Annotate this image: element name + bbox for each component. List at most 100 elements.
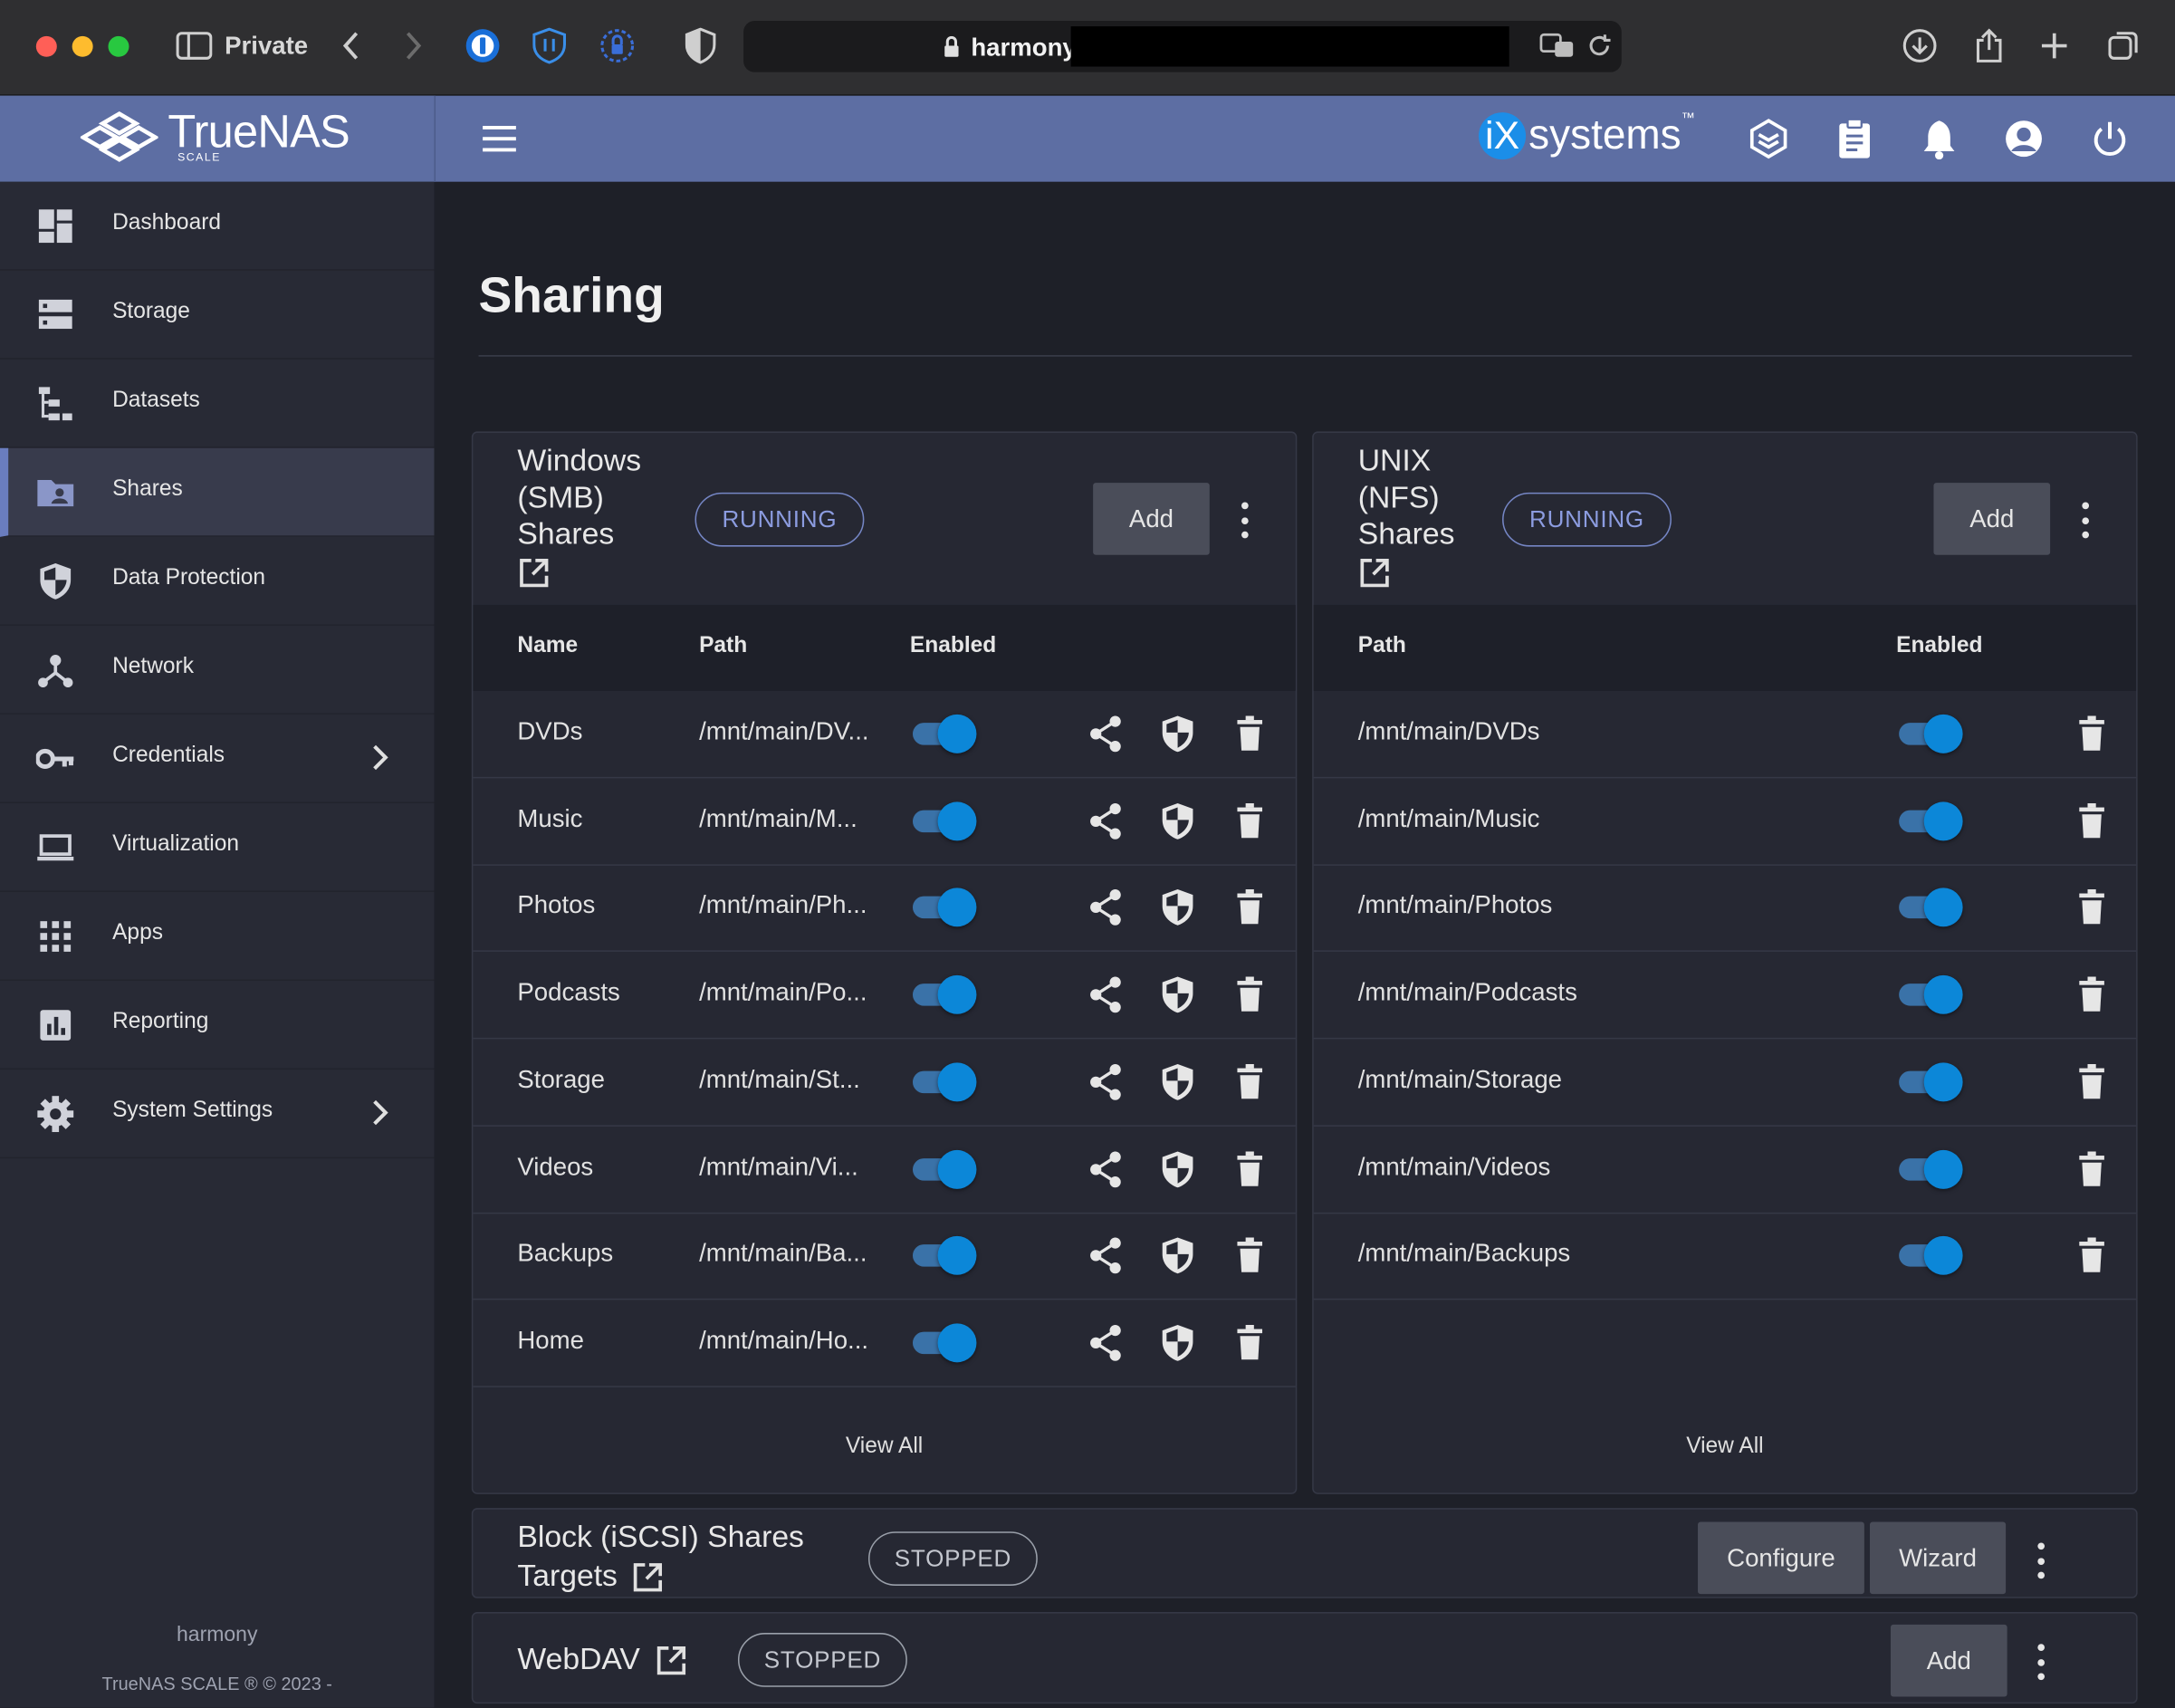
new-tab-icon[interactable]: [2036, 28, 2073, 64]
enabled-toggle[interactable]: [1896, 1149, 1963, 1189]
delete-trash-icon[interactable]: [1231, 975, 1270, 1014]
enabled-toggle[interactable]: [1896, 714, 1963, 753]
smb-status-badge[interactable]: RUNNING: [695, 492, 865, 547]
share-acl-icon[interactable]: [1086, 888, 1125, 927]
iscsi-more-options-icon[interactable]: [2034, 1542, 2047, 1579]
sidebar-item-storage[interactable]: Storage: [0, 271, 435, 360]
table-row[interactable]: DVDs/mnt/main/DV...: [473, 691, 1296, 779]
enabled-toggle[interactable]: [1896, 1062, 1963, 1102]
enabled-toggle[interactable]: [1896, 888, 1963, 927]
smb-more-options-icon[interactable]: [1237, 502, 1250, 539]
enabled-toggle[interactable]: [910, 888, 977, 927]
downloads-icon[interactable]: [1902, 28, 1938, 64]
sidebar-toggle-icon[interactable]: [176, 28, 213, 64]
table-row[interactable]: Videos/mnt/main/Vi...: [473, 1126, 1296, 1214]
account-icon[interactable]: [2002, 117, 2046, 161]
iscsi-configure-button[interactable]: Configure: [1698, 1521, 1864, 1595]
share-acl-icon[interactable]: [1086, 1323, 1125, 1362]
column-header[interactable]: Enabled: [1896, 634, 1982, 659]
table-row[interactable]: /mnt/main/DVDs: [1313, 691, 2137, 779]
delete-trash-icon[interactable]: [2073, 888, 2112, 927]
enabled-toggle[interactable]: [1896, 1236, 1963, 1276]
truecommand-icon[interactable]: [1747, 117, 1791, 161]
share-acl-icon[interactable]: [1086, 801, 1125, 840]
column-header[interactable]: Path: [699, 634, 747, 659]
notifications-bell-icon[interactable]: [1917, 117, 1961, 161]
delete-trash-icon[interactable]: [2073, 1149, 2112, 1188]
iscsi-wizard-button[interactable]: Wizard: [1869, 1521, 2007, 1595]
sidebar-item-network[interactable]: Network: [0, 626, 435, 715]
enabled-toggle[interactable]: [910, 975, 977, 1014]
security-shield-icon[interactable]: [1158, 975, 1197, 1014]
security-shield-icon[interactable]: [1158, 1323, 1197, 1362]
ixsystems-logo[interactable]: iX systems™: [1478, 111, 1695, 160]
table-row[interactable]: Photos/mnt/main/Ph...: [473, 865, 1296, 953]
forward-icon[interactable]: [396, 28, 432, 64]
table-row[interactable]: Music/mnt/main/M...: [473, 778, 1296, 866]
delete-trash-icon[interactable]: [1231, 1149, 1270, 1188]
password-manager-icon[interactable]: [465, 28, 501, 64]
delete-trash-icon[interactable]: [1231, 888, 1270, 927]
share-acl-icon[interactable]: [1086, 1062, 1125, 1101]
security-shield-icon[interactable]: [1158, 888, 1197, 927]
nfs-add-button[interactable]: Add: [1933, 483, 2051, 555]
sidebar-item-credentials[interactable]: Credentials: [0, 715, 435, 803]
webdav-add-button[interactable]: Add: [1890, 1624, 2007, 1697]
enabled-toggle[interactable]: [1896, 975, 1963, 1014]
sidebar-item-datasets[interactable]: Datasets: [0, 360, 435, 448]
share-acl-icon[interactable]: [1086, 715, 1125, 753]
external-link-icon[interactable]: [1358, 552, 1455, 591]
delete-trash-icon[interactable]: [2073, 1236, 2112, 1275]
smb-add-button[interactable]: Add: [1093, 483, 1210, 555]
table-row[interactable]: Storage/mnt/main/St...: [473, 1039, 1296, 1127]
security-shield-icon[interactable]: [1158, 1149, 1197, 1188]
sidebar-item-virtualization[interactable]: Virtualization: [0, 803, 435, 893]
translate-icon[interactable]: [1539, 28, 1576, 64]
delete-trash-icon[interactable]: [1231, 715, 1270, 753]
table-row[interactable]: /mnt/main/Videos: [1313, 1126, 2137, 1214]
delete-trash-icon[interactable]: [1231, 1236, 1270, 1275]
delete-trash-icon[interactable]: [2073, 1062, 2112, 1101]
reload-icon[interactable]: [1581, 28, 1617, 64]
share-acl-icon[interactable]: [1086, 1236, 1125, 1275]
webdav-status-badge[interactable]: STOPPED: [737, 1633, 907, 1687]
close-window-button[interactable]: [35, 35, 57, 57]
enabled-toggle[interactable]: [910, 1149, 977, 1189]
sidebar-item-shares[interactable]: Shares: [0, 447, 435, 537]
security-shield-icon[interactable]: [1158, 801, 1197, 840]
shield-extension-icon[interactable]: [532, 27, 568, 64]
enabled-toggle[interactable]: [910, 1062, 977, 1102]
table-row[interactable]: /mnt/main/Photos: [1313, 865, 2137, 953]
delete-trash-icon[interactable]: [2073, 801, 2112, 840]
sidebar-item-reporting[interactable]: Reporting: [0, 981, 435, 1070]
column-header[interactable]: Path: [1358, 634, 1406, 659]
task-manager-icon[interactable]: [1833, 117, 1877, 161]
enabled-toggle[interactable]: [910, 1236, 977, 1276]
delete-trash-icon[interactable]: [2073, 975, 2112, 1014]
content-blocker-icon[interactable]: [683, 27, 719, 64]
enabled-toggle[interactable]: [910, 1323, 977, 1363]
nfs-more-options-icon[interactable]: [2078, 502, 2092, 539]
enabled-toggle[interactable]: [1896, 801, 1963, 840]
table-row[interactable]: /mnt/main/Storage: [1313, 1039, 2137, 1127]
enabled-toggle[interactable]: [910, 714, 977, 753]
external-link-icon[interactable]: [631, 1558, 665, 1592]
column-header[interactable]: Enabled: [910, 634, 996, 659]
minimize-window-button[interactable]: [72, 35, 93, 57]
sidebar-item-system-settings[interactable]: System Settings: [0, 1070, 435, 1159]
column-header[interactable]: Name: [517, 634, 578, 659]
delete-trash-icon[interactable]: [1231, 1323, 1270, 1362]
back-icon[interactable]: [333, 28, 369, 64]
power-icon[interactable]: [2087, 117, 2132, 161]
iscsi-status-badge[interactable]: STOPPED: [867, 1531, 1038, 1586]
delete-trash-icon[interactable]: [1231, 1062, 1270, 1101]
tab-overview-icon[interactable]: [2105, 28, 2141, 64]
table-row[interactable]: /mnt/main/Music: [1313, 778, 2137, 866]
sidebar-item-dashboard[interactable]: Dashboard: [0, 182, 435, 271]
share-acl-icon[interactable]: [1086, 975, 1125, 1014]
external-link-icon[interactable]: [517, 552, 641, 591]
nfs-view-all-link[interactable]: View All: [1314, 1435, 2136, 1460]
table-row[interactable]: Home/mnt/main/Ho...: [473, 1300, 1296, 1387]
sidebar-item-apps[interactable]: Apps: [0, 892, 435, 982]
share-acl-icon[interactable]: [1086, 1149, 1125, 1188]
